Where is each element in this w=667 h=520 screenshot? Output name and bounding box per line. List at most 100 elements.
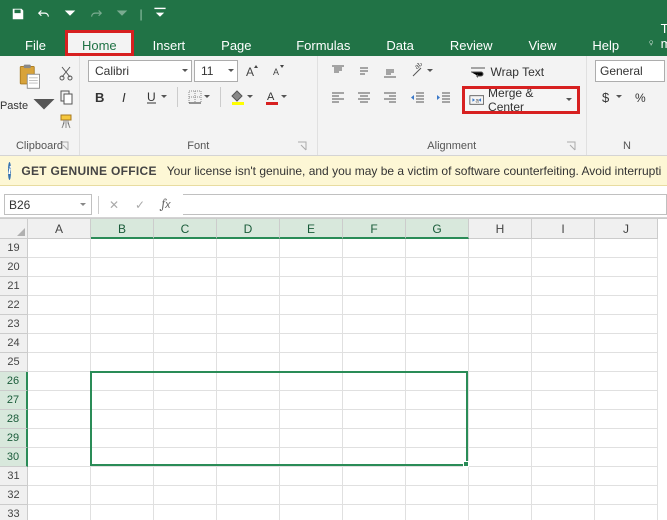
cell[interactable] [343, 448, 406, 467]
undo-button[interactable] [32, 3, 56, 25]
decrease-indent-button[interactable] [406, 86, 430, 108]
percent-format-button[interactable]: % [629, 86, 653, 108]
cell[interactable] [406, 334, 469, 353]
cell[interactable] [406, 239, 469, 258]
cell[interactable] [343, 486, 406, 505]
borders-button[interactable] [183, 86, 215, 108]
row-header[interactable]: 27 [0, 391, 28, 410]
cell[interactable] [217, 372, 280, 391]
cell[interactable] [343, 353, 406, 372]
cell[interactable] [595, 410, 658, 429]
cell[interactable] [217, 391, 280, 410]
cell[interactable] [343, 334, 406, 353]
cell[interactable] [595, 505, 658, 520]
cell[interactable] [595, 372, 658, 391]
tab-data[interactable]: Data [369, 30, 430, 56]
tab-formulas[interactable]: Formulas [279, 30, 367, 56]
cell[interactable] [28, 372, 91, 391]
cell[interactable] [91, 353, 154, 372]
insert-function-button[interactable]: fx [155, 194, 177, 216]
column-header[interactable]: D [217, 219, 280, 239]
clipboard-dialog-launcher[interactable] [57, 139, 71, 153]
cell[interactable] [91, 448, 154, 467]
name-box[interactable]: B26 [4, 194, 92, 215]
cell[interactable] [406, 486, 469, 505]
cell[interactable] [280, 353, 343, 372]
cell[interactable] [469, 410, 532, 429]
cell[interactable] [469, 296, 532, 315]
cell[interactable] [595, 467, 658, 486]
cell[interactable] [532, 334, 595, 353]
cell[interactable] [406, 277, 469, 296]
cell[interactable] [532, 486, 595, 505]
spreadsheet-grid[interactable]: ABCDEFGHIJ 19202122232425262728293031323… [0, 218, 667, 520]
paste-button[interactable]: Paste [8, 60, 50, 122]
orientation-button[interactable]: ab [406, 60, 438, 82]
cell[interactable] [595, 258, 658, 277]
cell[interactable] [532, 467, 595, 486]
qat-customize[interactable] [148, 3, 172, 25]
cell[interactable] [91, 410, 154, 429]
column-header[interactable]: A [28, 219, 91, 239]
format-painter-button[interactable] [54, 110, 78, 132]
cell[interactable] [280, 486, 343, 505]
cell[interactable] [469, 391, 532, 410]
cell[interactable] [154, 239, 217, 258]
cell[interactable] [154, 391, 217, 410]
cell[interactable] [343, 239, 406, 258]
cell[interactable] [280, 429, 343, 448]
align-center-button[interactable] [352, 86, 376, 108]
cell[interactable] [595, 296, 658, 315]
cell[interactable] [28, 467, 91, 486]
cell[interactable] [406, 448, 469, 467]
cell[interactable] [91, 334, 154, 353]
cell[interactable] [28, 315, 91, 334]
cell[interactable] [343, 315, 406, 334]
cell[interactable] [406, 296, 469, 315]
cell[interactable] [532, 277, 595, 296]
cell[interactable] [532, 315, 595, 334]
top-align-button[interactable] [326, 60, 350, 82]
cell[interactable] [532, 505, 595, 520]
tab-view[interactable]: View [511, 30, 573, 56]
cell[interactable] [28, 391, 91, 410]
cell[interactable] [469, 277, 532, 296]
cell[interactable] [532, 258, 595, 277]
cell[interactable] [28, 239, 91, 258]
cell[interactable] [217, 239, 280, 258]
cell[interactable] [154, 372, 217, 391]
cell[interactable] [469, 239, 532, 258]
column-header[interactable]: F [343, 219, 406, 239]
cell[interactable] [595, 486, 658, 505]
cell[interactable] [595, 391, 658, 410]
bold-button[interactable]: B [88, 86, 112, 108]
row-header[interactable]: 32 [0, 486, 28, 505]
cell[interactable] [595, 334, 658, 353]
cell[interactable] [154, 296, 217, 315]
cell[interactable] [343, 391, 406, 410]
column-header[interactable]: H [469, 219, 532, 239]
cell[interactable] [406, 410, 469, 429]
cell[interactable] [28, 429, 91, 448]
column-header[interactable]: C [154, 219, 217, 239]
cell[interactable] [154, 505, 217, 520]
cell[interactable] [406, 258, 469, 277]
save-icon[interactable] [6, 3, 30, 25]
cell[interactable] [406, 467, 469, 486]
tell-me-search[interactable]: Tell me wha [638, 30, 667, 56]
cell[interactable] [91, 372, 154, 391]
cell[interactable] [469, 448, 532, 467]
cell[interactable] [28, 505, 91, 520]
cell[interactable] [91, 277, 154, 296]
cell[interactable] [280, 410, 343, 429]
tab-home[interactable]: Home [65, 30, 134, 56]
cell[interactable] [28, 410, 91, 429]
cell[interactable] [532, 239, 595, 258]
accounting-format-button[interactable]: $ [595, 86, 627, 108]
cell[interactable] [343, 505, 406, 520]
align-right-button[interactable] [378, 86, 402, 108]
row-header[interactable]: 22 [0, 296, 28, 315]
cell[interactable] [280, 448, 343, 467]
cell[interactable] [469, 505, 532, 520]
cell[interactable] [280, 239, 343, 258]
